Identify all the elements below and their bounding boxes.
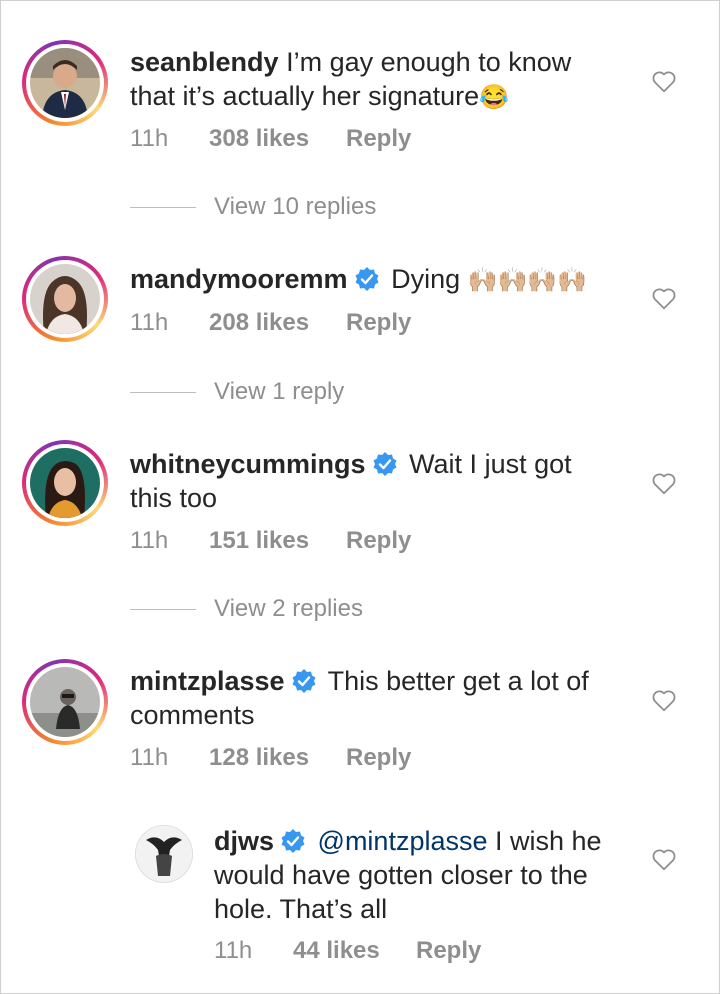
- reply-button[interactable]: Reply: [416, 937, 481, 965]
- avatar-seanblendy: [30, 48, 100, 118]
- mention-link[interactable]: @mintzplasse: [318, 826, 488, 856]
- timestamp: 11h: [130, 527, 169, 554]
- timestamp: 11h: [130, 309, 169, 336]
- divider: [130, 609, 196, 610]
- avatar-mandymooremm: [30, 264, 100, 334]
- timestamp: 11h: [214, 937, 253, 964]
- heart-outline-icon[interactable]: [651, 69, 677, 93]
- verified-badge-icon: [373, 452, 397, 476]
- avatar-mintzplasse: [30, 667, 100, 737]
- divider: [130, 207, 196, 208]
- view-replies-label: View 2 replies: [214, 595, 363, 622]
- comment-body: seanblendy I’m gay enough to know that i…: [130, 45, 620, 115]
- likes-count[interactable]: 44 likes: [293, 937, 380, 965]
- heart-outline-icon[interactable]: [651, 847, 677, 871]
- reply-button[interactable]: Reply: [346, 527, 411, 555]
- emoji: 😂: [479, 84, 510, 111]
- username[interactable]: whitneycummings: [130, 449, 366, 479]
- timestamp: 11h: [130, 744, 169, 771]
- heart-outline-icon[interactable]: [651, 471, 677, 495]
- reply-button[interactable]: Reply: [346, 309, 411, 337]
- story-ring-avatar[interactable]: [22, 256, 108, 342]
- verified-badge-icon: [355, 267, 379, 291]
- comment-body: mandymooremm Dying 🙌🏼🙌🏼🙌🏼🙌🏼: [130, 262, 620, 298]
- comment-body: whitneycummings Wait I just got this too: [130, 447, 620, 515]
- divider: [130, 392, 196, 393]
- comment-body: djws @mintzplasse I wish he would have g…: [214, 824, 624, 926]
- avatar-djws[interactable]: [135, 825, 193, 883]
- avatar-whitneycummings: [30, 448, 100, 518]
- verified-badge-icon: [281, 829, 305, 853]
- emoji: 🙌🏼🙌🏼🙌🏼🙌🏼: [467, 267, 588, 294]
- story-ring-avatar[interactable]: [22, 40, 108, 126]
- view-replies-label: View 1 reply: [214, 378, 345, 405]
- story-ring-avatar[interactable]: [22, 659, 108, 745]
- username[interactable]: mintzplasse: [130, 666, 285, 696]
- view-replies-label: View 10 replies: [214, 193, 377, 220]
- likes-count[interactable]: 208 likes: [209, 309, 309, 337]
- likes-count[interactable]: 151 likes: [209, 527, 309, 555]
- verified-badge-icon: [292, 669, 316, 693]
- likes-count[interactable]: 128 likes: [209, 744, 309, 772]
- username[interactable]: djws: [214, 826, 274, 856]
- heart-outline-icon[interactable]: [651, 286, 677, 310]
- reply-button[interactable]: Reply: [346, 744, 411, 772]
- comment-text: Dying: [391, 264, 461, 294]
- heart-outline-icon[interactable]: [651, 688, 677, 712]
- likes-count[interactable]: 308 likes: [209, 125, 309, 153]
- timestamp: 11h: [130, 125, 169, 152]
- username[interactable]: mandymooremm: [130, 264, 348, 294]
- reply-button[interactable]: Reply: [346, 125, 411, 153]
- story-ring-avatar[interactable]: [22, 440, 108, 526]
- username[interactable]: seanblendy: [130, 47, 279, 77]
- comment-body: mintzplasse This better get a lot of com…: [130, 664, 620, 732]
